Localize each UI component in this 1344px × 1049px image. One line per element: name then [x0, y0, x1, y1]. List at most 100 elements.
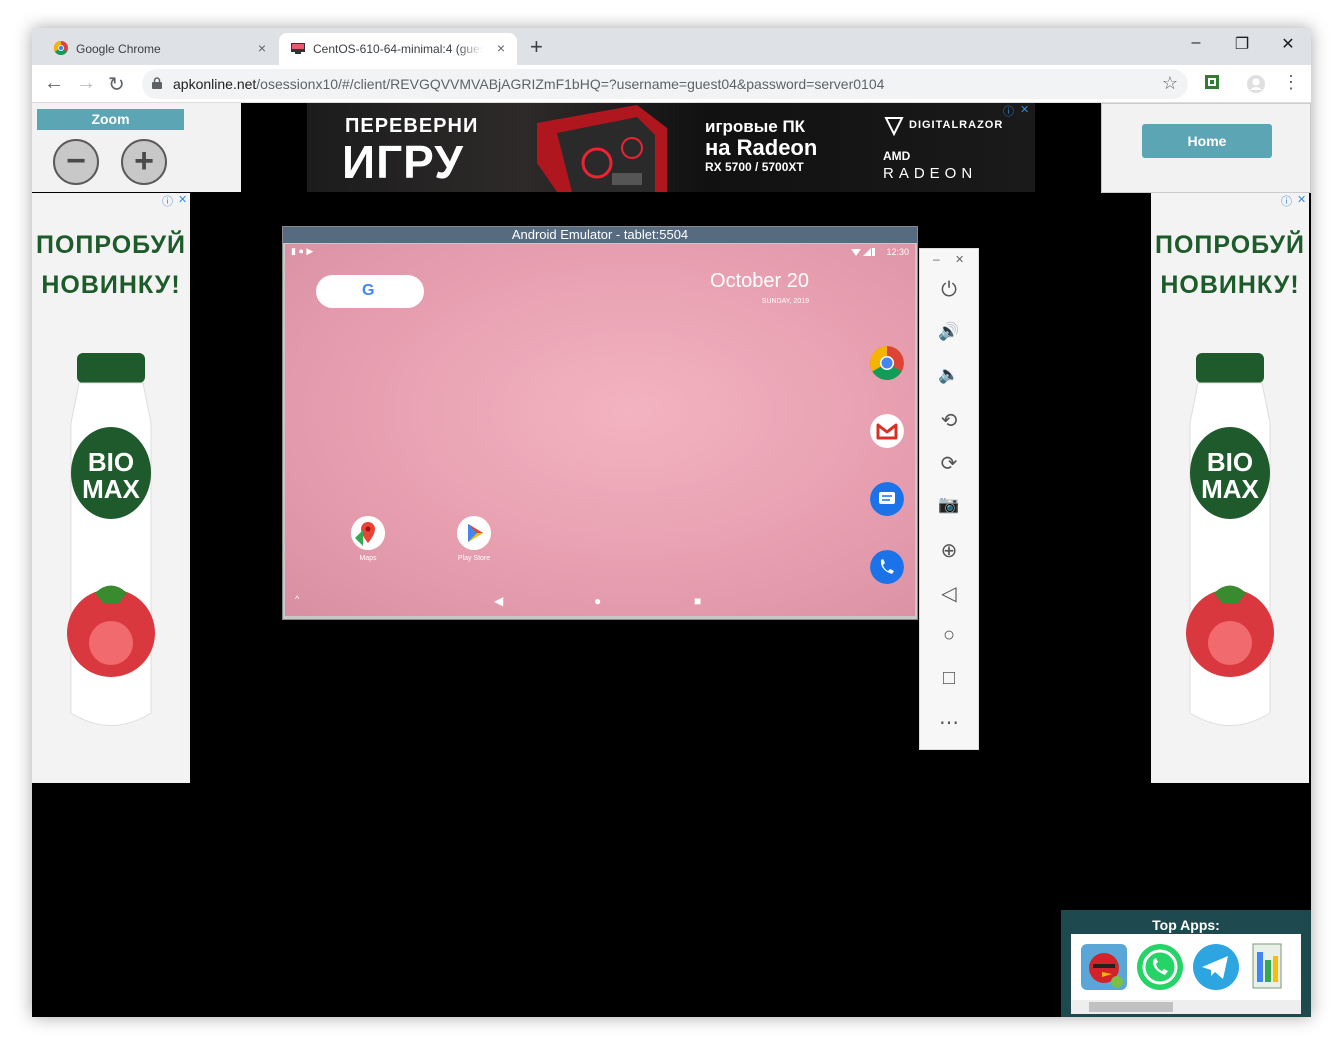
nav-home-button[interactable]: ●	[594, 594, 601, 608]
back-icon[interactable]: ◁	[920, 581, 978, 606]
browser-window: Google Chrome × CentOS-610-64-minimal:4 …	[32, 28, 1311, 1017]
messages-app-icon[interactable]	[870, 482, 904, 516]
url-path: /osessionx10/#/client/REVGQVVMVABjAGRIZm…	[256, 76, 885, 92]
play-store-app-icon[interactable]	[457, 516, 491, 550]
forward-button[interactable]: →	[76, 72, 96, 95]
zoom-out-button[interactable]: −	[53, 139, 99, 185]
status-time: 12:30	[886, 247, 909, 257]
emulator-window[interactable]: Android Emulator - tablet:5504 ▮ ● ▶ 12:…	[282, 226, 918, 620]
tab-centos[interactable]: CentOS-610-64-minimal:4 (guest ×	[279, 33, 517, 65]
chrome-app-icon[interactable]	[870, 346, 904, 380]
ad-headline-2: ИГРУ	[342, 136, 464, 188]
emulator-title: Android Emulator - tablet:5504	[283, 227, 917, 243]
ad-info-icon[interactable]: ⓘ	[1003, 103, 1014, 119]
zoom-title: Zoom	[37, 109, 184, 130]
zoom-icon[interactable]: ⊕	[920, 538, 978, 563]
extension-icon[interactable]	[1204, 74, 1220, 90]
rotate-right-icon[interactable]: ⟳	[920, 451, 978, 476]
more-icon[interactable]: ⋯	[920, 710, 978, 735]
gmail-app-icon[interactable]	[870, 414, 904, 448]
app-drawer-handle[interactable]: ^	[295, 594, 299, 604]
overview-icon[interactable]: □	[920, 667, 978, 690]
whatsapp-app-icon[interactable]	[1135, 942, 1185, 992]
controls-minimize-button[interactable]: –	[933, 252, 940, 266]
url-host: apkonline.net	[173, 76, 257, 92]
left-side-ad[interactable]: ⓘ ✕ ПОПРОБУЙ НОВИНКУ! BIO MAX	[32, 193, 190, 783]
tab-close-icon[interactable]: ×	[497, 40, 505, 56]
ad-close-icon[interactable]: ✕	[1297, 193, 1306, 206]
spreadsheet-app-icon[interactable]	[1247, 942, 1287, 992]
volume-down-icon[interactable]: 🔈	[920, 365, 978, 385]
tab-title: CentOS-610-64-minimal:4 (guest	[313, 42, 483, 56]
telegram-app-icon[interactable]	[1191, 942, 1241, 992]
tab-google-chrome[interactable]: Google Chrome ×	[42, 33, 278, 65]
tab-strip: Google Chrome × CentOS-610-64-minimal:4 …	[32, 28, 1311, 65]
zoom-in-button[interactable]: +	[121, 139, 167, 185]
ad-info-icon[interactable]: ⓘ	[162, 193, 173, 209]
yogurt-bottle-image: BIO MAX	[1186, 353, 1274, 726]
back-button[interactable]: ←	[44, 72, 64, 95]
svg-text:MAX: MAX	[1201, 474, 1259, 504]
ad-close-icon[interactable]: ✕	[1020, 103, 1029, 116]
scrollbar-thumb[interactable]	[1089, 1002, 1173, 1012]
svg-text:BIO: BIO	[88, 447, 134, 477]
window-close-button[interactable]: ✕	[1276, 34, 1300, 54]
ad-headline-2: НОВИНКУ!	[41, 271, 181, 299]
ad-close-icon[interactable]: ✕	[178, 193, 187, 206]
nav-recents-button[interactable]: ■	[694, 594, 701, 608]
android-screen[interactable]: ▮ ● ▶ 12:30 G October 20 SUNDAY, 2019 Ma…	[285, 244, 915, 616]
new-tab-button[interactable]: +	[530, 34, 543, 60]
emulator-controls-panel: – ✕ ⏻ 🔊 🔈 ⟲ ⟳ 📷 ⊕ ◁ ○ □ ⋯	[919, 248, 979, 750]
pc-case-image	[537, 105, 667, 192]
top-apps-scrollbar[interactable]	[1071, 1000, 1301, 1014]
ad-subline-3: RX 5700 / 5700XT	[705, 160, 804, 174]
bookmark-star-icon[interactable]: ☆	[1162, 73, 1178, 94]
ad-amd: AMD	[883, 149, 911, 163]
top-apps-list	[1071, 934, 1301, 1000]
camera-icon[interactable]: 📷	[920, 495, 978, 515]
date-widget[interactable]: October 20	[710, 270, 809, 293]
home-panel: Home	[1101, 103, 1311, 193]
address-bar[interactable]: apkonline.net/osessionx10/#/client/REVGQ…	[142, 69, 1188, 99]
home-button[interactable]: Home	[1142, 124, 1272, 158]
maps-app-icon[interactable]	[351, 516, 385, 550]
ad-headline-1: ПОПРОБУЙ	[35, 231, 187, 259]
ad-brand-name: DIGITALRAZOR	[909, 119, 1004, 131]
lock-icon	[152, 77, 162, 89]
ad-subline-1: игровые ПК	[705, 117, 806, 136]
ad-info-icon[interactable]: ⓘ	[1281, 193, 1292, 209]
angry-birds-app-icon[interactable]	[1079, 942, 1129, 992]
google-search-widget[interactable]: G	[316, 275, 424, 308]
page-content: Zoom − + ПЕРЕВЕРНИ ИГРУ игровые ПК на Ra…	[32, 103, 1311, 1017]
top-banner-ad[interactable]: ПЕРЕВЕРНИ ИГРУ игровые ПК на Radeon RX 5…	[307, 103, 1035, 192]
profile-avatar-icon[interactable]	[1246, 74, 1266, 94]
play-store-label: Play Store	[457, 555, 491, 562]
nav-back-button[interactable]: ◀	[494, 594, 503, 608]
zoom-panel: Zoom − +	[32, 103, 241, 192]
minimize-button[interactable]: –	[1184, 34, 1208, 52]
controls-close-button[interactable]: ✕	[955, 253, 964, 266]
phone-app-icon[interactable]	[870, 550, 904, 584]
volume-up-icon[interactable]: 🔊	[920, 322, 978, 342]
yogurt-bottle-image: BIO MAX	[67, 353, 155, 726]
url-text[interactable]: apkonline.net/osessionx10/#/client/REVGQ…	[173, 76, 884, 92]
ad-headline-2: НОВИНКУ!	[1160, 271, 1300, 299]
top-apps-label: Top Apps:	[1152, 917, 1220, 933]
tab-title: Google Chrome	[76, 42, 161, 56]
digitalrazor-logo-icon	[884, 117, 904, 137]
home-icon[interactable]: ○	[920, 624, 978, 647]
svg-text:BIO: BIO	[1207, 447, 1253, 477]
day-widget: SUNDAY, 2019	[761, 298, 809, 305]
reload-button[interactable]: ↻	[108, 72, 125, 97]
right-side-ad[interactable]: ⓘ ✕ ПОПРОБУЙ НОВИНКУ! BIO MAX	[1151, 193, 1309, 783]
power-icon[interactable]: ⏻	[920, 279, 978, 302]
google-g-icon: G	[362, 282, 375, 299]
svg-text:MAX: MAX	[82, 474, 140, 504]
monitor-icon	[291, 43, 305, 54]
wifi-signal-icon	[851, 248, 875, 256]
top-apps-panel: Top Apps:	[1061, 910, 1311, 1017]
tab-close-icon[interactable]: ×	[258, 40, 266, 56]
rotate-left-icon[interactable]: ⟲	[920, 408, 978, 433]
menu-icon[interactable]: ⋮	[1282, 72, 1300, 93]
restore-button[interactable]: ❐	[1230, 34, 1254, 54]
